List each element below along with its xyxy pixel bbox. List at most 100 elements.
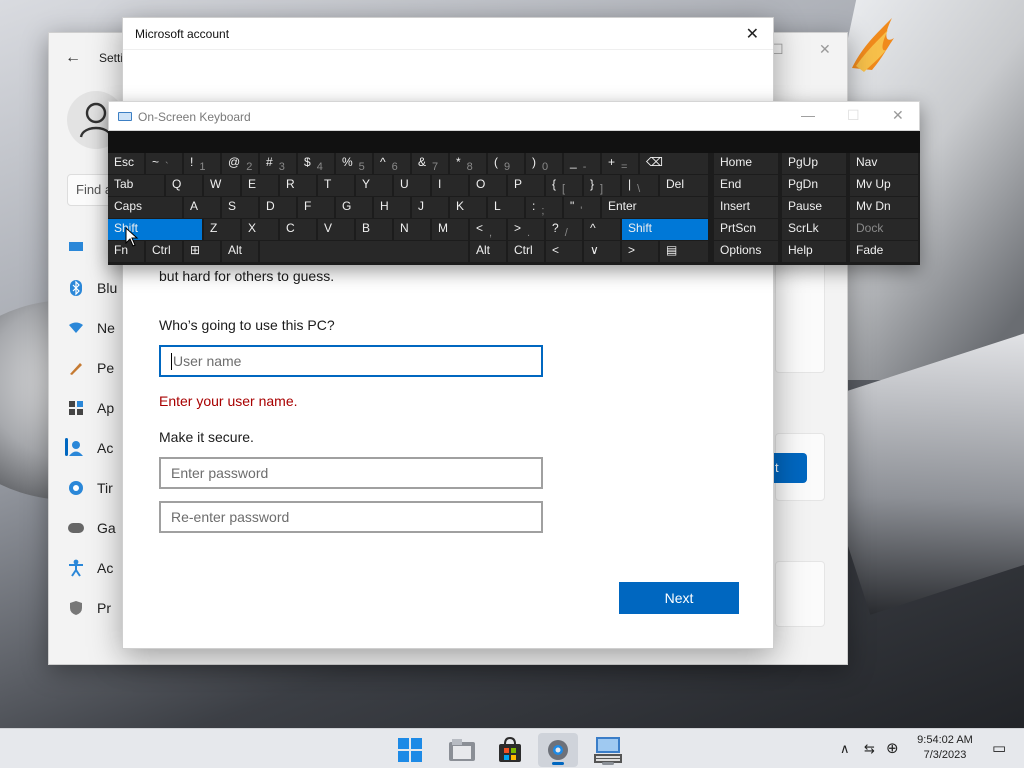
key-symbol[interactable]: ⊞ (184, 241, 220, 262)
network-icon[interactable]: ⇆ (864, 741, 875, 757)
key-symbol[interactable]: & 7 (412, 153, 448, 174)
key-y[interactable]: Y (356, 175, 392, 196)
key-symbol[interactable]: }] (584, 175, 620, 196)
key-alt[interactable]: Alt (470, 241, 506, 262)
key-fade[interactable]: Fade (850, 241, 918, 262)
key-r[interactable]: R (280, 175, 316, 196)
sidebar-item-bluetooth[interactable]: Blu (65, 273, 125, 303)
key-symbol[interactable]: @2 (222, 153, 258, 174)
key-symbol[interactable]: % 5 (336, 153, 372, 174)
key-symbol[interactable]: ! 1 (184, 153, 220, 174)
key-k[interactable]: K (450, 197, 486, 218)
close-icon[interactable]: ✕ (746, 24, 759, 44)
key-home[interactable]: Home (714, 153, 778, 174)
key-symbol[interactable]: _ - (564, 153, 600, 174)
key-w[interactable]: W (204, 175, 240, 196)
key-u[interactable]: U (394, 175, 430, 196)
key-q[interactable]: Q (166, 175, 202, 196)
sidebar-item-accessibility[interactable]: Ac (65, 553, 125, 583)
key-space[interactable] (260, 241, 468, 262)
key-m[interactable]: M (432, 219, 468, 240)
key-mv-dn[interactable]: Mv Dn (850, 197, 918, 218)
key-symbol[interactable]: < (546, 241, 582, 262)
key-symbol[interactable]: $4 (298, 153, 334, 174)
settings-taskbar-button[interactable] (538, 733, 578, 767)
password-input[interactable]: Enter password (159, 457, 543, 489)
key-symbol[interactable]: ^ 6 (374, 153, 410, 174)
key-symbol[interactable]: | \ (622, 175, 658, 196)
sidebar-item-gaming[interactable]: Ga (65, 513, 125, 543)
system-clock[interactable]: 9:54:02 AM 7/3/2023 (908, 733, 982, 763)
key-symbol[interactable]: #3 (260, 153, 296, 174)
key-t[interactable]: T (318, 175, 354, 196)
key-nav[interactable]: Nav (850, 153, 918, 174)
key-symbol[interactable]: <, (470, 219, 506, 240)
key-caps[interactable]: Caps (108, 197, 182, 218)
key-pause[interactable]: Pause (782, 197, 846, 218)
key-symbol[interactable]: ⌫ (640, 153, 708, 174)
key-d[interactable]: D (260, 197, 296, 218)
key-z[interactable]: Z (204, 219, 240, 240)
key-pgup[interactable]: PgUp (782, 153, 846, 174)
sidebar-item-time[interactable]: Tir (65, 473, 125, 503)
key-o[interactable]: O (470, 175, 506, 196)
globe-icon[interactable]: ⊕ (886, 739, 899, 757)
key-n[interactable]: N (394, 219, 430, 240)
username-input[interactable]: User name (159, 345, 543, 377)
key-x[interactable]: X (242, 219, 278, 240)
key-help[interactable]: Help (782, 241, 846, 262)
key-symbol[interactable]: (9 (488, 153, 524, 174)
key-symbol[interactable]: >. (508, 219, 544, 240)
key-mv-up[interactable]: Mv Up (850, 175, 918, 196)
key-g[interactable]: G (336, 197, 372, 218)
key-ctrl[interactable]: Ctrl (146, 241, 182, 262)
key-symbol[interactable]: ~ ` (146, 153, 182, 174)
key-options[interactable]: Options (714, 241, 778, 262)
key-symbol[interactable]: * 8 (450, 153, 486, 174)
key-v[interactable]: V (318, 219, 354, 240)
key-i[interactable]: I (432, 175, 468, 196)
key-symbol[interactable]: ? / (546, 219, 582, 240)
key-h[interactable]: H (374, 197, 410, 218)
key-ctrl[interactable]: Ctrl (508, 241, 544, 262)
key-symbol[interactable]: ▤ (660, 241, 708, 262)
close-icon[interactable]: ✕ (892, 107, 904, 124)
notification-icon[interactable]: ▭ (992, 739, 1006, 757)
key-symbol[interactable]: ^ (584, 219, 620, 240)
key-symbol[interactable]: > (622, 241, 658, 262)
key-b[interactable]: B (356, 219, 392, 240)
key-l[interactable]: L (488, 197, 524, 218)
reenter-password-input[interactable]: Re-enter password (159, 501, 543, 533)
key-alt[interactable]: Alt (222, 241, 258, 262)
key-symbol[interactable]: {[ (546, 175, 582, 196)
close-icon[interactable]: ✕ (819, 41, 831, 58)
key-del[interactable]: Del (660, 175, 708, 196)
key-tab[interactable]: Tab (108, 175, 164, 196)
key-scrlk[interactable]: ScrLk (782, 219, 846, 240)
key-symbol[interactable]: ) 0 (526, 153, 562, 174)
key-e[interactable]: E (242, 175, 278, 196)
key-end[interactable]: End (714, 175, 778, 196)
sidebar-item-personalization[interactable]: Pe (65, 353, 125, 383)
key-c[interactable]: C (280, 219, 316, 240)
minimize-icon[interactable]: — (801, 107, 815, 123)
key-prtscn[interactable]: PrtScn (714, 219, 778, 240)
key-enter[interactable]: Enter (602, 197, 708, 218)
on-screen-keyboard-button[interactable] (588, 733, 628, 767)
sidebar-item-network[interactable]: Ne (65, 313, 125, 343)
key-shift[interactable]: Shift (622, 219, 708, 240)
key-p[interactable]: P (508, 175, 544, 196)
key-esc[interactable]: Esc (108, 153, 144, 174)
sidebar-item-privacy[interactable]: Pr (65, 593, 125, 623)
chevron-up-icon[interactable]: ∧ (840, 741, 850, 757)
settings-action-button[interactable]: t (771, 453, 807, 483)
key-insert[interactable]: Insert (714, 197, 778, 218)
key-symbol[interactable]: :; (526, 197, 562, 218)
start-button[interactable] (390, 733, 430, 767)
next-button[interactable]: Next (619, 582, 739, 614)
key-symbol[interactable]: " ' (564, 197, 600, 218)
key-f[interactable]: F (298, 197, 334, 218)
sidebar-item-apps[interactable]: Ap (65, 393, 125, 423)
store-button[interactable] (490, 733, 530, 767)
key-pgdn[interactable]: PgDn (782, 175, 846, 196)
